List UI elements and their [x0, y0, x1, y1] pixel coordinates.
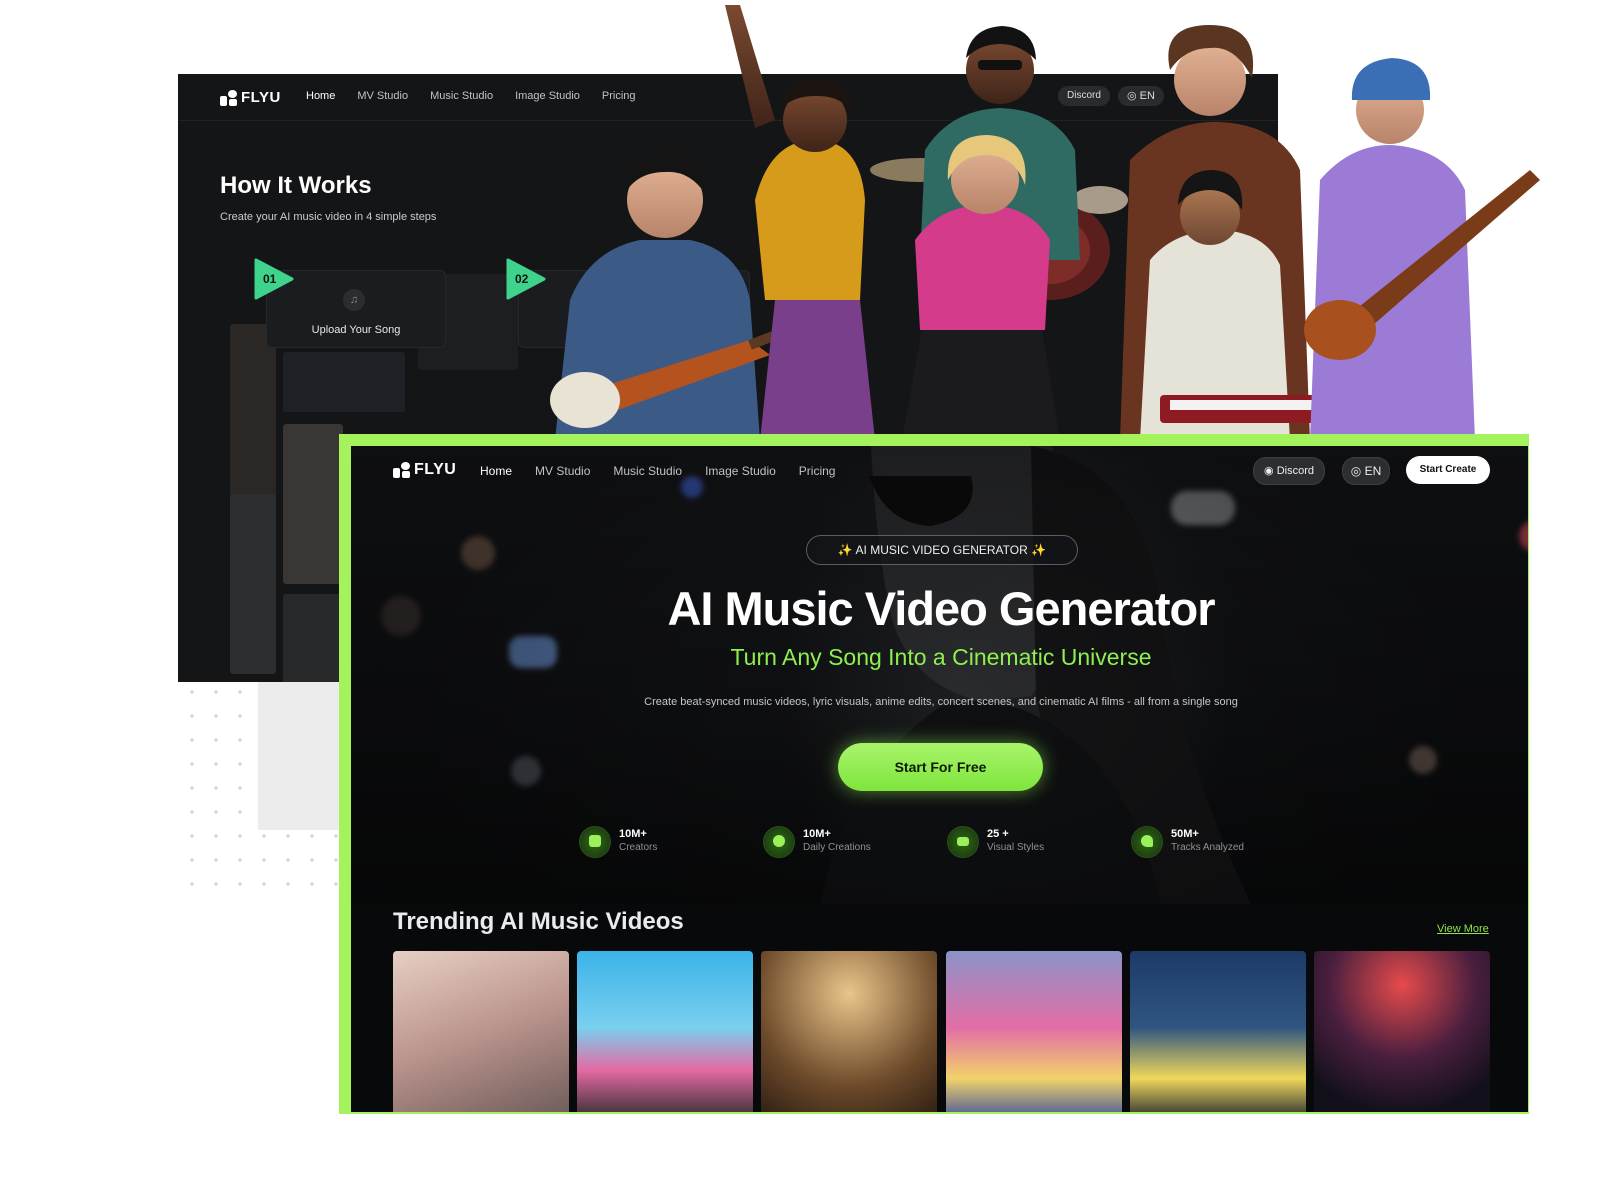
lightbulb-icon: [763, 826, 795, 858]
hero-title: AI Music Video Generator: [667, 582, 1215, 635]
step-label: Upload Your Song: [311, 324, 401, 336]
stat-value: 10M+: [803, 828, 831, 840]
hero-badge: ✨ AI MUSIC VIDEO GENERATOR ✨: [806, 535, 1078, 565]
hero-section: [351, 446, 1528, 904]
start-for-free-button[interactable]: Start For Free: [838, 743, 1043, 791]
view-more-link[interactable]: View More: [1437, 923, 1489, 935]
video-thumbnail[interactable]: [761, 951, 937, 1112]
language-button[interactable]: ◎ EN: [1342, 457, 1390, 485]
people-icon: [579, 826, 611, 858]
front-navbar: FLYU Home MV Studio Music Studio Image S…: [351, 446, 1528, 496]
start-create-button[interactable]: Start Create: [1406, 456, 1490, 484]
discord-label: Discord: [1276, 465, 1314, 477]
sparkle-icon: ✨: [1031, 543, 1047, 557]
hero-description: Create beat-synced music videos, lyric v…: [644, 696, 1238, 708]
video-thumbnail[interactable]: [946, 951, 1122, 1112]
step-number: 01: [263, 272, 277, 286]
discord-icon: ◉: [1264, 465, 1274, 477]
logo-icon: [393, 462, 411, 478]
language-label: EN: [1364, 464, 1382, 478]
stat-label: Daily Creations: [803, 842, 871, 853]
preview-strip: [230, 494, 276, 674]
video-thumbnail[interactable]: [1314, 951, 1490, 1112]
stat-value: 10M+: [619, 828, 647, 840]
nav-mv-studio[interactable]: MV Studio: [357, 90, 408, 102]
discord-button[interactable]: ◉ Discord: [1253, 457, 1325, 485]
section-subtitle: Create your AI music video in 4 simple s…: [220, 211, 437, 223]
music-note-icon: ♫: [343, 289, 365, 311]
sparkle-icon: ✨: [837, 543, 853, 557]
hero-subtitle: Turn Any Song Into a Cinematic Universe: [730, 644, 1152, 670]
video-camera-icon: [947, 826, 979, 858]
music-note-icon: [1131, 826, 1163, 858]
stat-label: Tracks Analyzed: [1171, 842, 1244, 853]
nav-home[interactable]: Home: [480, 464, 512, 478]
band-photo: [550, 5, 1540, 440]
hero-badge-text: AI MUSIC VIDEO GENERATOR: [855, 543, 1028, 557]
trending-title: Trending AI Music Videos: [393, 908, 684, 935]
preview-strip: [283, 594, 343, 682]
logo[interactable]: FLYU: [393, 461, 456, 479]
preview-strip: [283, 352, 405, 412]
logo-icon: [220, 89, 238, 106]
section-title: How It Works: [220, 172, 372, 199]
stat-value: 25 +: [987, 828, 1009, 840]
video-thumbnail[interactable]: [393, 951, 569, 1112]
logo-text: FLYU: [241, 89, 281, 106]
hero-overlay: [351, 446, 1528, 904]
front-nav-links: Home MV Studio Music Studio Image Studio…: [480, 464, 835, 478]
step-badge-1: 01: [254, 258, 294, 300]
stat-label: Creators: [619, 842, 658, 853]
logo[interactable]: FLYU: [220, 89, 281, 106]
nav-music-studio[interactable]: Music Studio: [430, 90, 493, 102]
globe-icon: ◎: [1350, 464, 1362, 478]
stat-value: 50M+: [1171, 828, 1199, 840]
logo-text: FLYU: [414, 461, 457, 478]
preview-strip: [283, 424, 343, 584]
stat-label: Visual Styles: [987, 842, 1045, 853]
nav-music-studio[interactable]: Music Studio: [613, 464, 682, 478]
front-window: FLYU Home MV Studio Music Studio Image S…: [351, 446, 1528, 1112]
step-number: 02: [515, 272, 529, 286]
nav-pricing[interactable]: Pricing: [799, 464, 836, 478]
nav-home[interactable]: Home: [306, 90, 335, 102]
video-thumbnail[interactable]: [1130, 951, 1306, 1112]
nav-mv-studio[interactable]: MV Studio: [535, 464, 590, 478]
nav-image-studio[interactable]: Image Studio: [705, 464, 776, 478]
video-thumbnail[interactable]: [577, 951, 753, 1112]
